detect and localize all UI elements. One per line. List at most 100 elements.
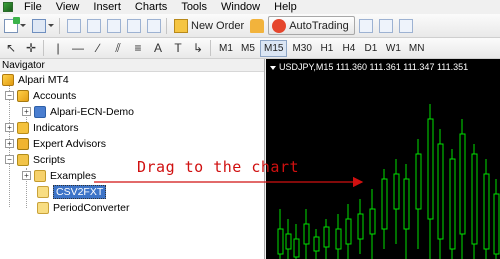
metaeditor-icon bbox=[250, 18, 265, 33]
timeframe-mn[interactable]: MN bbox=[406, 40, 428, 57]
menu-view[interactable]: View bbox=[49, 0, 87, 14]
expand-icon[interactable]: + bbox=[5, 139, 14, 148]
scripts-icon bbox=[17, 153, 29, 166]
menu-file[interactable]: File bbox=[17, 0, 49, 14]
candle-body bbox=[369, 208, 376, 235]
autotrading-label: AutoTrading bbox=[289, 19, 349, 32]
text-tool[interactable]: A bbox=[149, 38, 167, 58]
menu-window[interactable]: Window bbox=[214, 0, 267, 14]
script-icon bbox=[37, 201, 49, 214]
tree-node-label: PeriodConverter bbox=[53, 201, 130, 214]
candle-body bbox=[345, 218, 352, 245]
candle-chart-button[interactable] bbox=[377, 16, 395, 36]
candle-body bbox=[313, 236, 320, 252]
timeframe-m1[interactable]: M1 bbox=[216, 40, 236, 57]
script-icon bbox=[37, 185, 49, 198]
data-window-button[interactable] bbox=[85, 16, 103, 36]
accounts-icon bbox=[17, 89, 29, 102]
timeframe-h1[interactable]: H1 bbox=[317, 40, 337, 57]
vertical-line-tool[interactable]: | bbox=[49, 38, 67, 58]
tester-button[interactable] bbox=[145, 16, 163, 36]
timeframe-w1[interactable]: W1 bbox=[383, 40, 404, 57]
tree-node-periodconverter[interactable]: PeriodConverter bbox=[37, 200, 129, 215]
indicators-icon bbox=[17, 121, 29, 134]
menu-help[interactable]: Help bbox=[267, 0, 304, 14]
data-window-icon bbox=[87, 18, 101, 33]
tree-node-label: Examples bbox=[50, 169, 97, 182]
new-chart-button[interactable] bbox=[2, 16, 28, 36]
collapse-icon[interactable]: − bbox=[5, 91, 14, 100]
profiles-button[interactable] bbox=[30, 16, 56, 36]
tree-node-label: Expert Advisors bbox=[33, 137, 106, 150]
timeframe-m30[interactable]: M30 bbox=[289, 40, 314, 57]
market-watch-icon bbox=[67, 18, 81, 33]
metaeditor-button[interactable] bbox=[248, 16, 266, 36]
bar-chart-icon bbox=[358, 18, 373, 33]
tree-node-expert-advisors[interactable]: + Expert Advisors bbox=[5, 136, 106, 151]
candle-body bbox=[437, 143, 444, 240]
timeframe-h4[interactable]: H4 bbox=[339, 40, 359, 57]
expand-icon[interactable]: + bbox=[22, 171, 31, 180]
autotrading-icon bbox=[272, 18, 287, 33]
tree-node-label: Alpari-ECN-Demo bbox=[50, 105, 135, 118]
timeframe-m5[interactable]: M5 bbox=[238, 40, 258, 57]
tree-node-csv2fxt[interactable]: CSV2FXT bbox=[37, 184, 107, 199]
line-chart-icon bbox=[398, 18, 413, 33]
crosshair-tool[interactable]: ✛ bbox=[22, 38, 40, 58]
navigator-icon bbox=[107, 18, 121, 33]
candle-body bbox=[403, 178, 410, 230]
collapse-icon[interactable]: − bbox=[5, 155, 14, 164]
tree-node-indicators[interactable]: + Indicators bbox=[5, 120, 79, 135]
menu-tools[interactable]: Tools bbox=[174, 0, 214, 14]
tree-node-account[interactable]: + Alpari-ECN-Demo bbox=[22, 104, 134, 119]
autotrading-button[interactable]: AutoTrading bbox=[268, 16, 355, 35]
channel-tool[interactable]: ⫽ bbox=[109, 38, 127, 58]
text-label-tool[interactable]: T bbox=[169, 38, 187, 58]
timeframe-d1[interactable]: D1 bbox=[361, 40, 381, 57]
candle-body bbox=[303, 223, 310, 245]
candle-body bbox=[323, 226, 330, 248]
market-watch-button[interactable] bbox=[65, 16, 83, 36]
chart-header-text: USDJPY,M15 111.360 111.361 111.347 111.3… bbox=[279, 62, 469, 72]
candle-body bbox=[381, 178, 388, 230]
chart-header: USDJPY,M15 111.360 111.361 111.347 111.3… bbox=[270, 62, 468, 72]
terminal-icon bbox=[127, 18, 141, 33]
candle-body bbox=[335, 228, 342, 250]
drawing-toolbar: ↖ ✛ | — ∕ ⫽ ≡ A T ↳ M1 M5 M15 M30 H1 H4 … bbox=[0, 38, 500, 59]
tree-node-label-selected: CSV2FXT bbox=[53, 184, 107, 199]
main-toolbar: New Order AutoTrading bbox=[0, 14, 500, 38]
new-order-button[interactable]: New Order bbox=[172, 16, 246, 36]
menu-insert[interactable]: Insert bbox=[86, 0, 128, 14]
fibonacci-tool[interactable]: ≡ bbox=[129, 38, 147, 58]
candle-body bbox=[393, 173, 400, 210]
folder-icon bbox=[34, 169, 46, 182]
account-icon bbox=[34, 105, 46, 118]
expand-icon[interactable]: + bbox=[22, 107, 31, 116]
trendline-tool[interactable]: ∕ bbox=[89, 38, 107, 58]
candlestick-plot bbox=[277, 104, 500, 259]
candle-body bbox=[471, 153, 478, 245]
menu-charts[interactable]: Charts bbox=[128, 0, 174, 14]
tree-node-scripts[interactable]: − Scripts bbox=[5, 152, 65, 167]
horizontal-line-tool[interactable]: — bbox=[69, 38, 87, 58]
bar-chart-button[interactable] bbox=[357, 16, 375, 36]
navigator-button[interactable] bbox=[105, 16, 123, 36]
cursor-tool[interactable]: ↖ bbox=[2, 38, 20, 58]
candle-chart-icon bbox=[378, 18, 393, 33]
arrows-tool[interactable]: ↳ bbox=[189, 38, 207, 58]
tree-node-label: Indicators bbox=[33, 121, 79, 134]
tree-node-root[interactable]: Alpari MT4 bbox=[2, 72, 69, 87]
tree-node-examples[interactable]: + Examples bbox=[22, 168, 96, 183]
new-chart-icon bbox=[4, 16, 20, 33]
expand-icon[interactable]: + bbox=[5, 123, 14, 132]
chart-window[interactable]: USDJPY,M15 111.360 111.361 111.347 111.3… bbox=[266, 59, 500, 259]
app-icon[interactable] bbox=[3, 2, 13, 12]
terminal-button[interactable] bbox=[125, 16, 143, 36]
toolbar-separator bbox=[43, 40, 44, 56]
timeframe-m15[interactable]: M15 bbox=[260, 39, 288, 57]
tree-node-accounts[interactable]: − Accounts bbox=[5, 88, 76, 103]
candle-body bbox=[483, 173, 490, 250]
menubar: File View Insert Charts Tools Window Hel… bbox=[0, 0, 500, 14]
line-chart-button[interactable] bbox=[397, 16, 415, 36]
new-order-icon bbox=[174, 18, 188, 33]
